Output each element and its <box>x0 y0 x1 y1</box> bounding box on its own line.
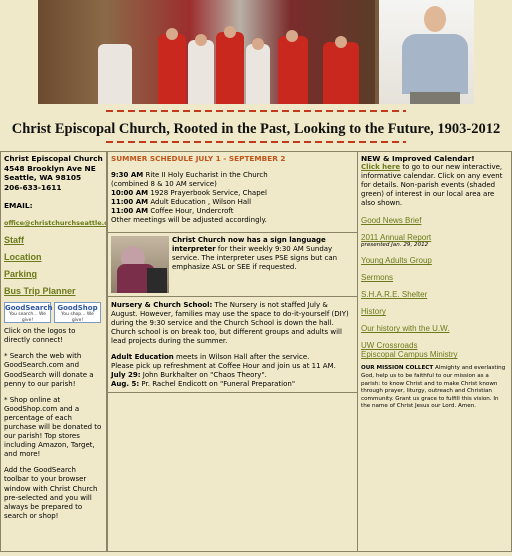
sign-language-section: Christ Church now has a sign language in… <box>111 235 354 293</box>
divider-bottom <box>106 141 406 143</box>
goodsearch-note: * Search the web with GoodSearch.com and… <box>4 352 94 388</box>
church-name: Christ Episcopal Church <box>4 154 103 163</box>
phone: 206-633-1611 <box>4 182 62 192</box>
goodsearch-button[interactable]: GoodSearch You search... We give! <box>4 302 52 324</box>
parking-link[interactable]: Parking <box>4 269 103 279</box>
schedule-title: SUMMER SCHEDULE JULY 1 - SEPTEMBER 2 <box>111 154 286 163</box>
sermons-link[interactable]: Sermons <box>361 273 508 282</box>
goodshop-button[interactable]: GoodShop You shop... We give! <box>54 302 101 324</box>
good-news-brief-link[interactable]: Good News Brief <box>361 216 508 225</box>
goodshop-note: * Shop online at GoodShop.com and a perc… <box>4 395 102 459</box>
calendar-link[interactable]: Click here <box>361 163 400 171</box>
toolbar-note: Add the GoodSearch toolbar to your brows… <box>4 466 98 520</box>
divider-top <box>106 110 406 112</box>
campus-ministry-link[interactable]: Episcopal Campus Ministry <box>361 350 508 359</box>
interpreter-photo <box>111 235 169 293</box>
report-date: presented Jan. 29, 2012 <box>361 242 429 249</box>
right-column: NEW & Improved Calendar! Click here to g… <box>357 151 512 552</box>
annual-report-link[interactable]: 2011 Annual Report <box>361 233 508 242</box>
share-shelter-link[interactable]: S.H.A.R.E. Shelter <box>361 290 508 299</box>
divider <box>108 392 357 394</box>
middle-column: SUMMER SCHEDULE JULY 1 - SEPTEMBER 2 9:3… <box>107 151 358 552</box>
history-link[interactable]: History <box>361 307 508 316</box>
uw-crossroads-link[interactable]: UW Crossroads <box>361 341 508 350</box>
location-link[interactable]: Location <box>4 252 103 262</box>
schedule-note: Other meetings will be adjusted accordin… <box>111 216 267 225</box>
address-line-2: Seattle, WA 98105 <box>4 173 82 183</box>
logos-note: Click on the logos to directly connect! <box>4 327 76 345</box>
email-label: EMAIL: <box>4 200 33 210</box>
divider <box>108 231 357 233</box>
left-column: Christ Episcopal Church 4548 Brooklyn Av… <box>0 151 107 552</box>
email-link[interactable]: office@christchurchseattle.org <box>4 219 106 227</box>
address-line-1: 4548 Brooklyn Ave NE <box>4 163 96 173</box>
young-adults-link[interactable]: Young Adults Group <box>361 256 508 265</box>
calendar-heading: NEW & Improved Calendar! <box>361 154 475 163</box>
uw-history-link[interactable]: Our history with the U.W. <box>361 324 508 333</box>
bus-trip-planner-link[interactable]: Bus Trip Planner <box>4 286 103 296</box>
staff-link[interactable]: Staff <box>4 235 103 245</box>
page-title: Christ Episcopal Church, Rooted in the P… <box>11 121 501 137</box>
divider <box>108 295 357 297</box>
header-photo-banner <box>38 0 474 104</box>
